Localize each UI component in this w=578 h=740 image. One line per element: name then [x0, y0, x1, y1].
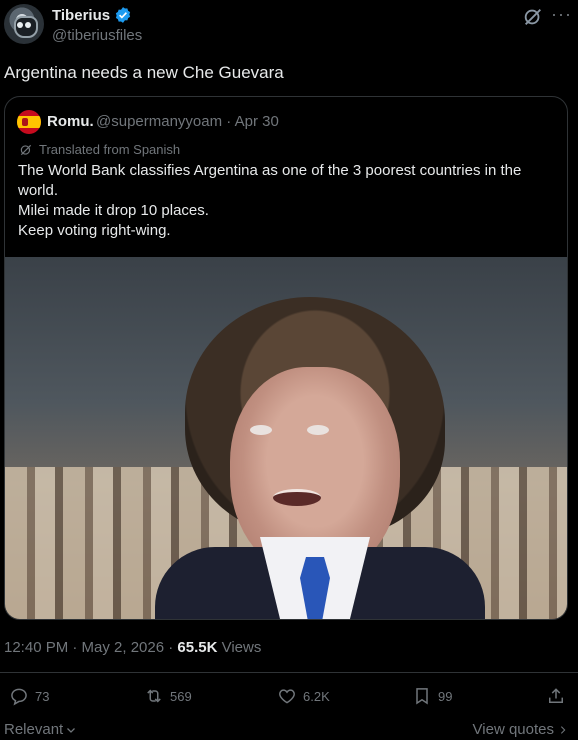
- quote-text: The World Bank classifies Argentina as o…: [18, 161, 554, 241]
- avatar-eye-right: [25, 22, 31, 28]
- heart-icon: [279, 689, 295, 704]
- quote-line: The World Bank classifies Argentina as o…: [18, 162, 522, 179]
- tweet-text: Argentina needs a new Che Guevara: [4, 63, 284, 82]
- reply-button[interactable]: 73: [9, 686, 49, 706]
- view-quotes-label: View quotes: [472, 721, 554, 738]
- repost-button[interactable]: 569: [144, 686, 192, 706]
- repost-icon: [147, 689, 161, 703]
- translated-label: Translated from Spanish: [39, 142, 181, 157]
- view-quotes-link[interactable]: View quotes: [473, 721, 568, 738]
- quote-line: world.: [18, 182, 59, 199]
- reply-icon: [11, 688, 27, 706]
- translated-label-row: Translated from Spanish: [19, 142, 180, 157]
- quote-handle-date[interactable]: @supermanyyoam · Apr 30: [96, 113, 279, 130]
- relevant-sort-button[interactable]: Relevant: [4, 721, 77, 738]
- quoted-tweet[interactable]: Romu. @supermanyyoam · Apr 30 Translated…: [4, 96, 568, 620]
- translate-icon: [20, 144, 32, 155]
- share-icon: [549, 688, 563, 703]
- quote-author-name[interactable]: Romu.: [47, 113, 94, 130]
- quote-line: Keep voting right-wing.: [18, 222, 171, 239]
- quote-photo[interactable]: [5, 257, 567, 619]
- author-name-row[interactable]: Tiberius: [52, 6, 132, 24]
- reply-count: 73: [35, 688, 50, 704]
- avatar-flag-band: [17, 116, 41, 128]
- quote-line: Milei made it drop 10 places.: [18, 202, 209, 219]
- action-bar: 73 569 6.2K 99: [0, 686, 578, 712]
- share-button[interactable]: [546, 686, 566, 706]
- more-icon[interactable]: ···: [551, 4, 572, 25]
- tweet-meta: 12:40 PM · May 2, 2026 · 65.5K Views: [4, 639, 261, 656]
- grok-icon[interactable]: [522, 6, 544, 28]
- avatar-eye-left: [17, 22, 23, 28]
- avatar-flag-crest: [22, 118, 28, 126]
- verified-badge-icon: [115, 7, 131, 23]
- tweet-timestamp[interactable]: 12:40 PM · May 2, 2026 ·: [4, 639, 177, 656]
- bookmark-button[interactable]: 99: [412, 686, 452, 706]
- repost-count: 569: [170, 688, 192, 704]
- chevron-down-icon: [67, 727, 76, 733]
- tweet-header: Tiberius @tiberiusfiles ···: [0, 0, 578, 56]
- photo-mouth: [273, 489, 321, 506]
- like-count: 6.2K: [303, 688, 330, 704]
- photo-eye-left: [250, 425, 272, 435]
- author-name[interactable]: Tiberius: [52, 7, 110, 24]
- like-button[interactable]: 6.2K: [277, 686, 330, 706]
- quote-avatar[interactable]: [17, 110, 41, 134]
- divider: [0, 672, 578, 673]
- views-label: Views: [217, 639, 262, 656]
- relevant-label: Relevant: [4, 721, 64, 738]
- views-count: 65.5K: [177, 639, 218, 656]
- author-handle[interactable]: @tiberiusfiles: [52, 27, 142, 44]
- bookmark-icon: [416, 688, 428, 705]
- reply-controls: Relevant View quotes: [0, 720, 578, 740]
- photo-eye-right: [307, 425, 329, 435]
- chevron-right-icon: [560, 725, 566, 734]
- bookmark-count: 99: [438, 688, 453, 704]
- author-avatar[interactable]: [4, 4, 44, 44]
